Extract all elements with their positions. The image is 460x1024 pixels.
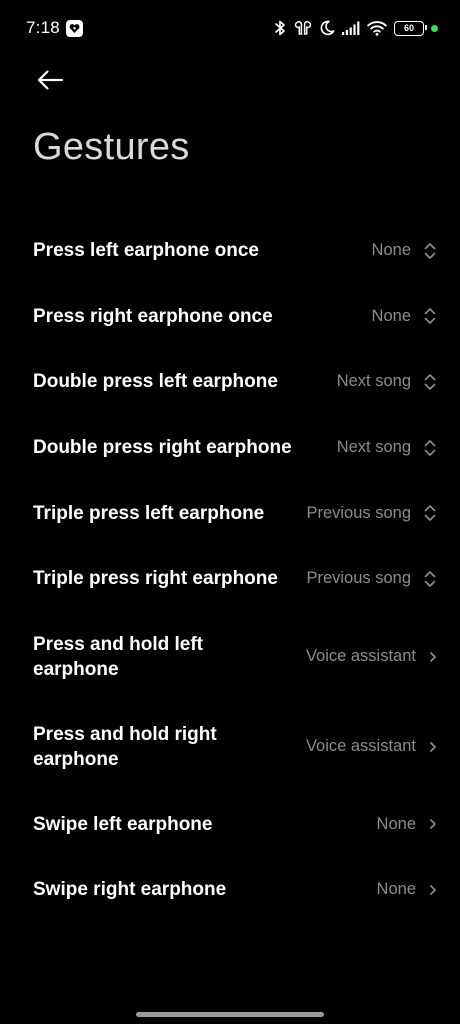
setting-triple-press-right[interactable]: Triple press right earphone Previous son… (0, 546, 460, 612)
setting-value: Voice assistant (305, 737, 416, 756)
battery-icon: 60 (394, 20, 427, 36)
setting-press-right-once[interactable]: Press right earphone once None (0, 284, 460, 350)
updown-icon (422, 370, 438, 394)
setting-label: Swipe left earphone (33, 813, 213, 835)
battery-level: 60 (403, 23, 414, 33)
setting-label: Press and hold right earphone (33, 723, 217, 770)
setting-press-left-once[interactable]: Press left earphone once None (0, 218, 460, 284)
setting-label: Double press right earphone (33, 437, 292, 459)
setting-value: Previous song (306, 503, 411, 522)
chevron-right-icon (428, 739, 438, 755)
setting-label: Press left earphone once (33, 240, 259, 262)
home-indicator[interactable] (136, 1012, 324, 1017)
updown-icon (422, 239, 438, 263)
setting-press-hold-left[interactable]: Press and hold left earphone Voice assis… (0, 612, 460, 702)
setting-value: Next song (336, 372, 411, 391)
chevron-right-icon (428, 816, 438, 832)
status-icons: 60 (273, 18, 438, 38)
back-button[interactable] (30, 62, 70, 102)
setting-label: Press and hold left earphone (33, 633, 203, 680)
updown-icon (422, 304, 438, 328)
setting-value: None (371, 241, 411, 260)
chevron-right-icon (428, 882, 438, 898)
wifi-icon (367, 20, 387, 36)
setting-value: Next song (336, 438, 411, 457)
setting-value: Previous song (306, 569, 411, 588)
earbuds-icon (294, 19, 312, 37)
setting-double-press-right[interactable]: Double press right earphone Next song (0, 415, 460, 481)
updown-icon (422, 567, 438, 591)
bluetooth-icon (273, 19, 287, 37)
setting-triple-press-left[interactable]: Triple press left earphone Previous song (0, 480, 460, 546)
moon-icon (319, 20, 335, 36)
updown-icon (422, 436, 438, 460)
setting-double-press-left[interactable]: Double press left earphone Next song (0, 349, 460, 415)
notification-app-icon (66, 20, 83, 37)
green-dot-indicator (431, 24, 438, 32)
updown-icon (422, 501, 438, 525)
status-time: 7:18 (26, 18, 60, 37)
setting-press-hold-right[interactable]: Press and hold right earphone Voice assi… (0, 702, 460, 792)
setting-swipe-right[interactable]: Swipe right earphone None (0, 857, 460, 923)
setting-label: Triple press left earphone (33, 502, 265, 524)
page-title: Gestures (33, 126, 190, 168)
setting-value: None (371, 306, 411, 325)
setting-value: None (376, 880, 416, 899)
signal-icon (342, 21, 360, 35)
setting-value: Voice assistant (305, 647, 416, 666)
back-arrow-icon (36, 69, 64, 96)
setting-label: Triple press right earphone (33, 568, 278, 590)
setting-label: Double press left earphone (33, 371, 278, 393)
setting-value: None (376, 814, 416, 833)
status-bar: 7:18 60 (0, 0, 460, 56)
setting-label: Swipe right earphone (33, 879, 227, 901)
setting-swipe-left[interactable]: Swipe left earphone None (0, 792, 460, 858)
gesture-settings-list: Press left earphone once None Press righ… (0, 218, 460, 923)
setting-label: Press right earphone once (33, 305, 273, 327)
chevron-right-icon (428, 649, 438, 665)
